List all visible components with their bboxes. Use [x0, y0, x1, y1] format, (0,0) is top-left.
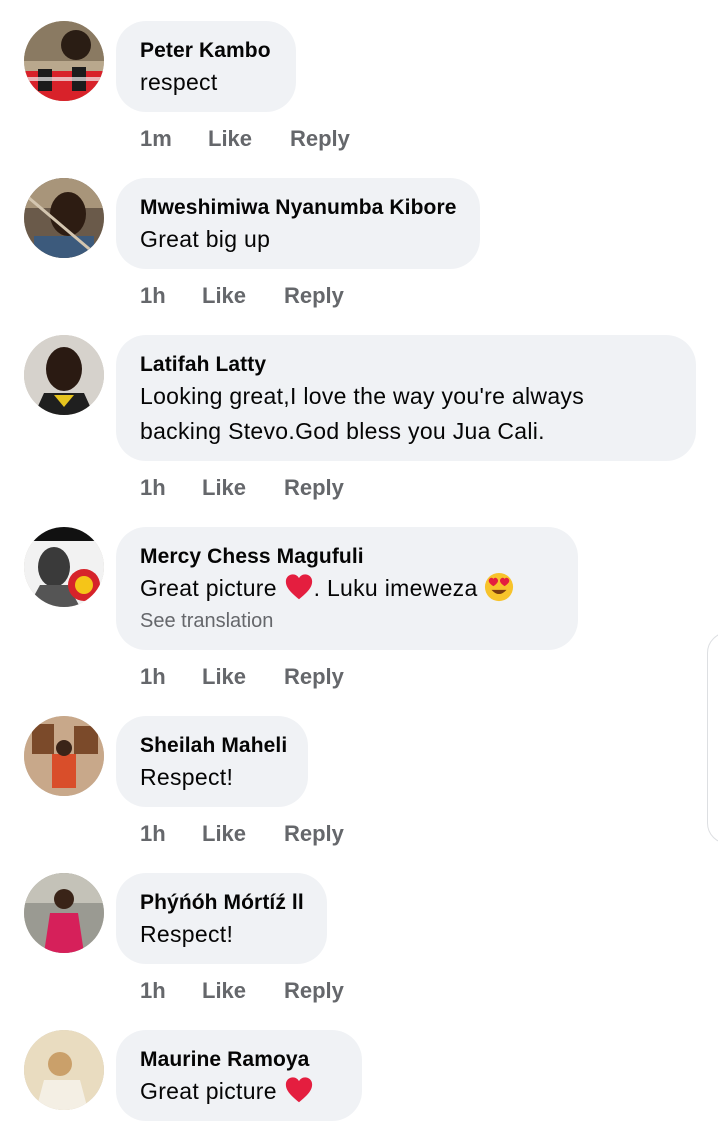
comment-bubble: Latifah Latty Looking great,I love the w…: [116, 335, 696, 461]
comment-actions: 1h Like Reply: [140, 475, 344, 501]
comment-time[interactable]: 1h: [140, 475, 202, 501]
comment-actions: 1m Like Reply: [140, 126, 350, 152]
comment-text: Respect!: [140, 921, 234, 947]
commenter-name[interactable]: Mweshimiwa Nyanumba Kibore: [140, 194, 456, 222]
commenter-name[interactable]: Mercy Chess Magufuli: [140, 543, 554, 571]
comment-actions: 1h Like Reply: [140, 821, 344, 847]
comment-time[interactable]: 1m: [140, 126, 208, 152]
reply-button[interactable]: Reply: [284, 283, 344, 309]
heart-eyes-emoji-icon: [485, 572, 514, 602]
commenter-name[interactable]: Sheilah Maheli: [140, 732, 287, 760]
comment-text: respect: [140, 69, 218, 95]
avatar[interactable]: [24, 178, 104, 258]
comment-bubble: Maurine Ramoya Great picture: [116, 1030, 362, 1121]
comment-bubble: Peter Kambo respect: [116, 21, 296, 112]
comment-bubble: Phýńóh Mórtíź ll Respect!: [116, 873, 327, 964]
commenter-name[interactable]: Maurine Ramoya: [140, 1046, 338, 1074]
like-button[interactable]: Like: [202, 821, 284, 847]
reply-button[interactable]: Reply: [284, 475, 344, 501]
comment-text: Great big up: [140, 226, 271, 252]
comment-bubble: Sheilah Maheli Respect!: [116, 716, 308, 807]
commenter-name[interactable]: Peter Kambo: [140, 37, 272, 65]
comment-text-part: Great picture: [140, 575, 277, 601]
avatar[interactable]: [24, 21, 104, 101]
commenter-name[interactable]: Latifah Latty: [140, 351, 672, 379]
comment-actions: 1h Like Reply: [140, 664, 344, 690]
like-button[interactable]: Like: [202, 283, 284, 309]
comment-actions: 1h Like Reply: [140, 283, 344, 309]
avatar[interactable]: [24, 873, 104, 953]
comment-time[interactable]: 1h: [140, 978, 202, 1004]
reply-button[interactable]: Reply: [284, 821, 344, 847]
comment-time[interactable]: 1h: [140, 821, 202, 847]
comment-time[interactable]: 1h: [140, 283, 202, 309]
like-button[interactable]: Like: [208, 126, 290, 152]
avatar[interactable]: [24, 1030, 104, 1110]
like-button[interactable]: Like: [202, 978, 284, 1004]
reply-button[interactable]: Reply: [290, 126, 350, 152]
red-heart-icon: [285, 574, 312, 600]
comment-text-part: . Luku imeweza: [313, 575, 478, 601]
like-button[interactable]: Like: [202, 475, 284, 501]
comment-actions: 1h Like Reply: [140, 978, 344, 1004]
comment-time[interactable]: 1h: [140, 664, 202, 690]
overlay-card-edge: [707, 632, 718, 844]
like-button[interactable]: Like: [202, 664, 284, 690]
reply-button[interactable]: Reply: [284, 978, 344, 1004]
avatar[interactable]: [24, 335, 104, 415]
avatar[interactable]: [24, 716, 104, 796]
comment-text-line: Looking great,I love the way you're alwa…: [140, 383, 585, 409]
see-translation-link[interactable]: See translation: [140, 606, 554, 636]
commenter-name[interactable]: Phýńóh Mórtíź ll: [140, 889, 304, 917]
reply-button[interactable]: Reply: [284, 664, 344, 690]
comment-text-part: Great picture: [140, 1078, 277, 1104]
comment-bubble: Mweshimiwa Nyanumba Kibore Great big up: [116, 178, 480, 269]
comment-text: Great picture . Luku imeweza: [140, 571, 554, 606]
comment-text: Respect!: [140, 764, 234, 790]
comment-bubble: Mercy Chess Magufuli Great picture . Luk…: [116, 527, 578, 650]
avatar[interactable]: [24, 527, 104, 607]
red-heart-icon: [285, 1077, 312, 1103]
comment-text-line: backing Stevo.God bless you Jua Cali.: [140, 418, 545, 444]
